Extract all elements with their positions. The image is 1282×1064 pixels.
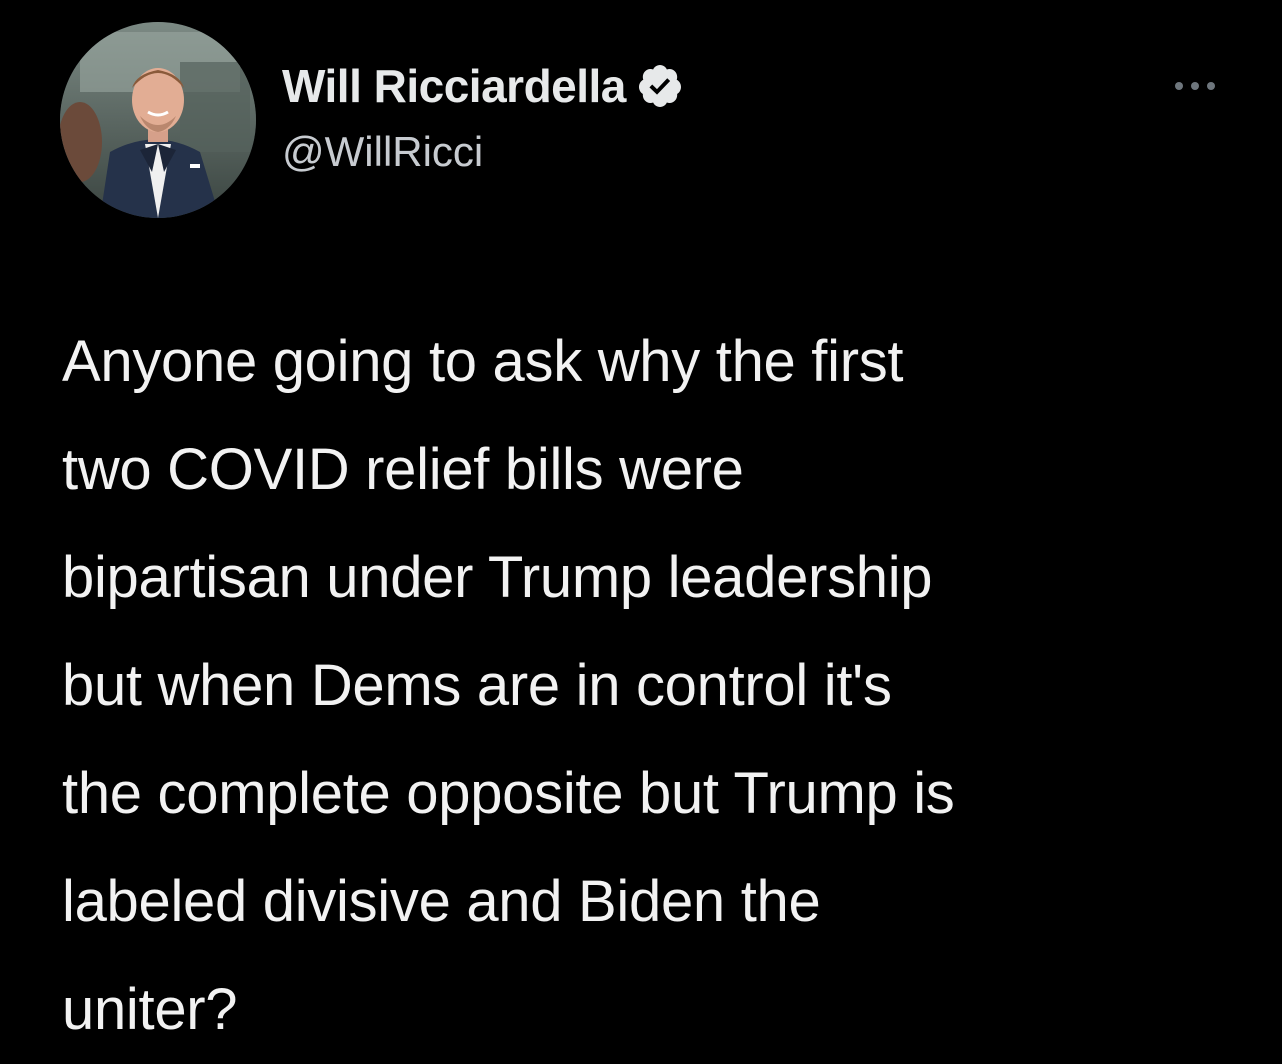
avatar[interactable] — [60, 22, 256, 218]
tweet-text: Anyone going to ask why the first two CO… — [62, 329, 955, 1042]
author-name-row[interactable]: Will Ricciardella — [282, 58, 684, 114]
verified-badge-icon — [636, 62, 684, 110]
author-display-name[interactable]: Will Ricciardella — [282, 59, 626, 113]
ellipsis-icon[interactable] — [1168, 74, 1222, 98]
profile-photo-icon — [60, 22, 256, 218]
author-handle[interactable]: @WillRicci — [282, 128, 483, 176]
tweet: Will Ricciardella @WillRicci Anyone goin… — [0, 0, 1282, 1064]
